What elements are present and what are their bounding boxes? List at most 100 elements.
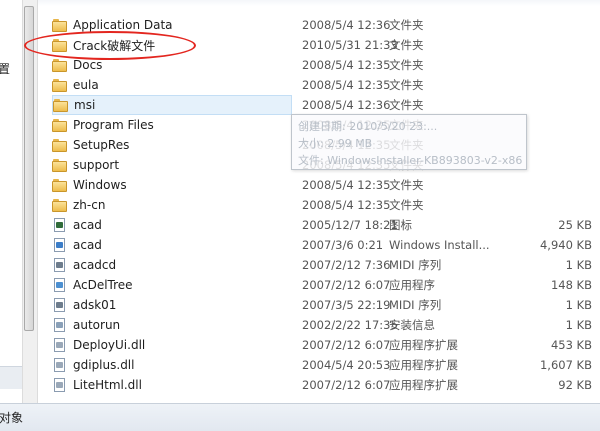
file-size: 25 KB [558,218,592,232]
file-type: 文件夹 [389,178,424,192]
setup-info-icon [52,318,68,332]
file-row[interactable]: autorun 2002/2/22 17:35 安装信息 1 KB [46,315,600,335]
file-size: 1 KB [565,318,592,332]
file-size: 4,940 KB [539,238,592,252]
file-type: 文件夹 [389,18,424,32]
file-name: eula [73,78,99,92]
installer-icon [52,238,68,252]
file-name-cell[interactable]: zh-cn [52,195,292,215]
file-name-cell[interactable]: Windows [52,175,292,195]
file-name: autorun [73,318,121,332]
folder-icon [52,198,68,212]
file-modified-date: 2007/2/12 6:07 [302,278,391,292]
tooltip-line-created: 创建日期: 2010/5/20 23:... [298,120,438,133]
file-modified-date: 2005/12/7 18:21 [302,218,398,232]
file-modified-date: 2008/5/4 12:35 [302,178,391,192]
file-name: Windows [73,178,127,192]
file-name-cell[interactable]: acad [52,215,292,235]
midi-file-icon [52,258,68,272]
file-row[interactable]: LiteHtml.dll 2007/2/12 6:07 应用程序扩展 92 KB [46,375,600,395]
file-name: Crack破解文件 [73,38,156,53]
folder-icon [52,118,68,132]
file-name-cell[interactable]: DeployUi.dll [52,335,292,355]
folder-icon [53,98,69,112]
file-name-cell[interactable]: AcDelTree [52,275,292,295]
file-modified-date: 2008/5/4 12:36 [302,18,391,32]
file-name: LiteHtml.dll [73,378,142,392]
file-name-cell[interactable]: Crack破解文件 [52,35,292,55]
file-modified-date: 2010/5/31 21:33 [302,38,398,52]
file-row[interactable]: zh-cn 2008/5/4 12:35 文件夹 [46,195,600,215]
file-name-cell[interactable]: autorun [52,315,292,335]
file-modified-date: 2007/3/5 22:19 [302,298,391,312]
file-size: 1,607 KB [539,358,592,372]
file-name-cell[interactable]: acadcd [52,255,292,275]
file-row[interactable]: Windows 2008/5/4 12:35 文件夹 [46,175,600,195]
file-name-cell[interactable]: msi [52,95,292,115]
column-header-strip [0,0,600,6]
file-name-cell[interactable]: adsk01 [52,295,292,315]
file-type: 安装信息 [389,318,435,332]
file-modified-date: 2007/2/12 6:07 [302,338,391,352]
file-name: zh-cn [73,198,106,212]
file-name-cell[interactable]: LiteHtml.dll [52,375,292,395]
file-name: Docs [73,58,103,72]
file-modified-date: 2007/2/12 6:07 [302,378,391,392]
file-row[interactable]: msi 2008/5/4 12:36 文件夹 [46,95,600,115]
file-type: 文件夹 [389,98,424,112]
file-row[interactable]: eula 2008/5/4 12:35 文件夹 [46,75,600,95]
dll-file-icon [52,358,68,372]
file-type: 文件夹 [389,198,424,212]
file-row[interactable]: Crack破解文件 2010/5/31 21:33 文件夹 [46,35,600,55]
file-modified-date: 2007/2/12 7:36 [302,258,391,272]
file-modified-date: 2008/5/4 12:35 [302,58,391,72]
file-modified-date: 2004/5/4 20:53 [302,358,391,372]
file-name-cell[interactable]: Docs [52,55,292,75]
file-row[interactable]: Application Data 2008/5/4 12:36 文件夹 [46,15,600,35]
file-name: adsk01 [73,298,117,312]
navigation-pane[interactable]: 置 [0,0,23,403]
file-type: 应用程序扩展 [389,378,458,392]
file-modified-date: 2007/3/6 0:21 [302,238,384,252]
file-size: 92 KB [558,378,592,392]
file-name-cell[interactable]: eula [52,75,292,95]
file-modified-date: 2008/5/4 12:35 [302,198,391,212]
file-type: 文件夹 [389,58,424,72]
file-name: DeployUi.dll [73,338,146,352]
file-modified-date: 2008/5/4 12:36 [302,98,391,112]
file-size: 453 KB [550,338,592,352]
file-row[interactable]: acad 2007/3/6 0:21 Windows Install... 4,940… [46,235,600,255]
file-name-cell[interactable]: gdiplus.dll [52,355,292,375]
file-name-cell[interactable]: SetupRes [52,135,292,155]
file-size: 1 KB [565,298,592,312]
file-size: 1 KB [565,258,592,272]
file-name-cell[interactable]: Program Files [52,115,292,135]
dll-file-icon [52,338,68,352]
file-name: acad [73,238,102,252]
folder-icon [52,158,68,172]
autocad-icon [52,218,68,232]
file-modified-date: 2008/5/4 12:35 [302,78,391,92]
file-type: 图标 [389,218,412,232]
file-row[interactable]: gdiplus.dll 2004/5/4 20:53 应用程序扩展 1,607 KB [46,355,600,375]
file-row[interactable]: acadcd 2007/2/12 7:36 MIDI 序列 1 KB [46,255,600,275]
file-type: MIDI 序列 [389,258,442,272]
dll-file-icon [52,378,68,392]
file-type: 应用程序扩展 [389,358,458,372]
folder-icon [52,58,68,72]
file-row[interactable]: adsk01 2007/3/5 22:19 MIDI 序列 1 KB [46,295,600,315]
file-name: acadcd [73,258,117,272]
file-name-cell[interactable]: support [52,155,292,175]
file-row[interactable]: AcDelTree 2007/2/12 6:07 应用程序 148 KB [46,275,600,295]
file-name-cell[interactable]: acad [52,235,292,255]
file-row[interactable]: acad 2005/12/7 18:21 图标 25 KB [46,215,600,235]
file-row[interactable]: Docs 2008/5/4 12:35 文件夹 [46,55,600,75]
file-list: Application Data 2008/5/4 12:36 文件夹 Crack破解… [46,15,600,395]
navigation-scrollbar-thumb[interactable] [24,6,34,331]
file-name: SetupRes [73,138,130,152]
file-type: 应用程序 [389,278,435,292]
file-row[interactable]: DeployUi.dll 2007/2/12 6:07 应用程序扩展 453 KB [46,335,600,355]
folder-icon [52,78,68,92]
file-name-cell[interactable]: Application Data [52,15,292,35]
file-name: Application Data [73,18,173,32]
